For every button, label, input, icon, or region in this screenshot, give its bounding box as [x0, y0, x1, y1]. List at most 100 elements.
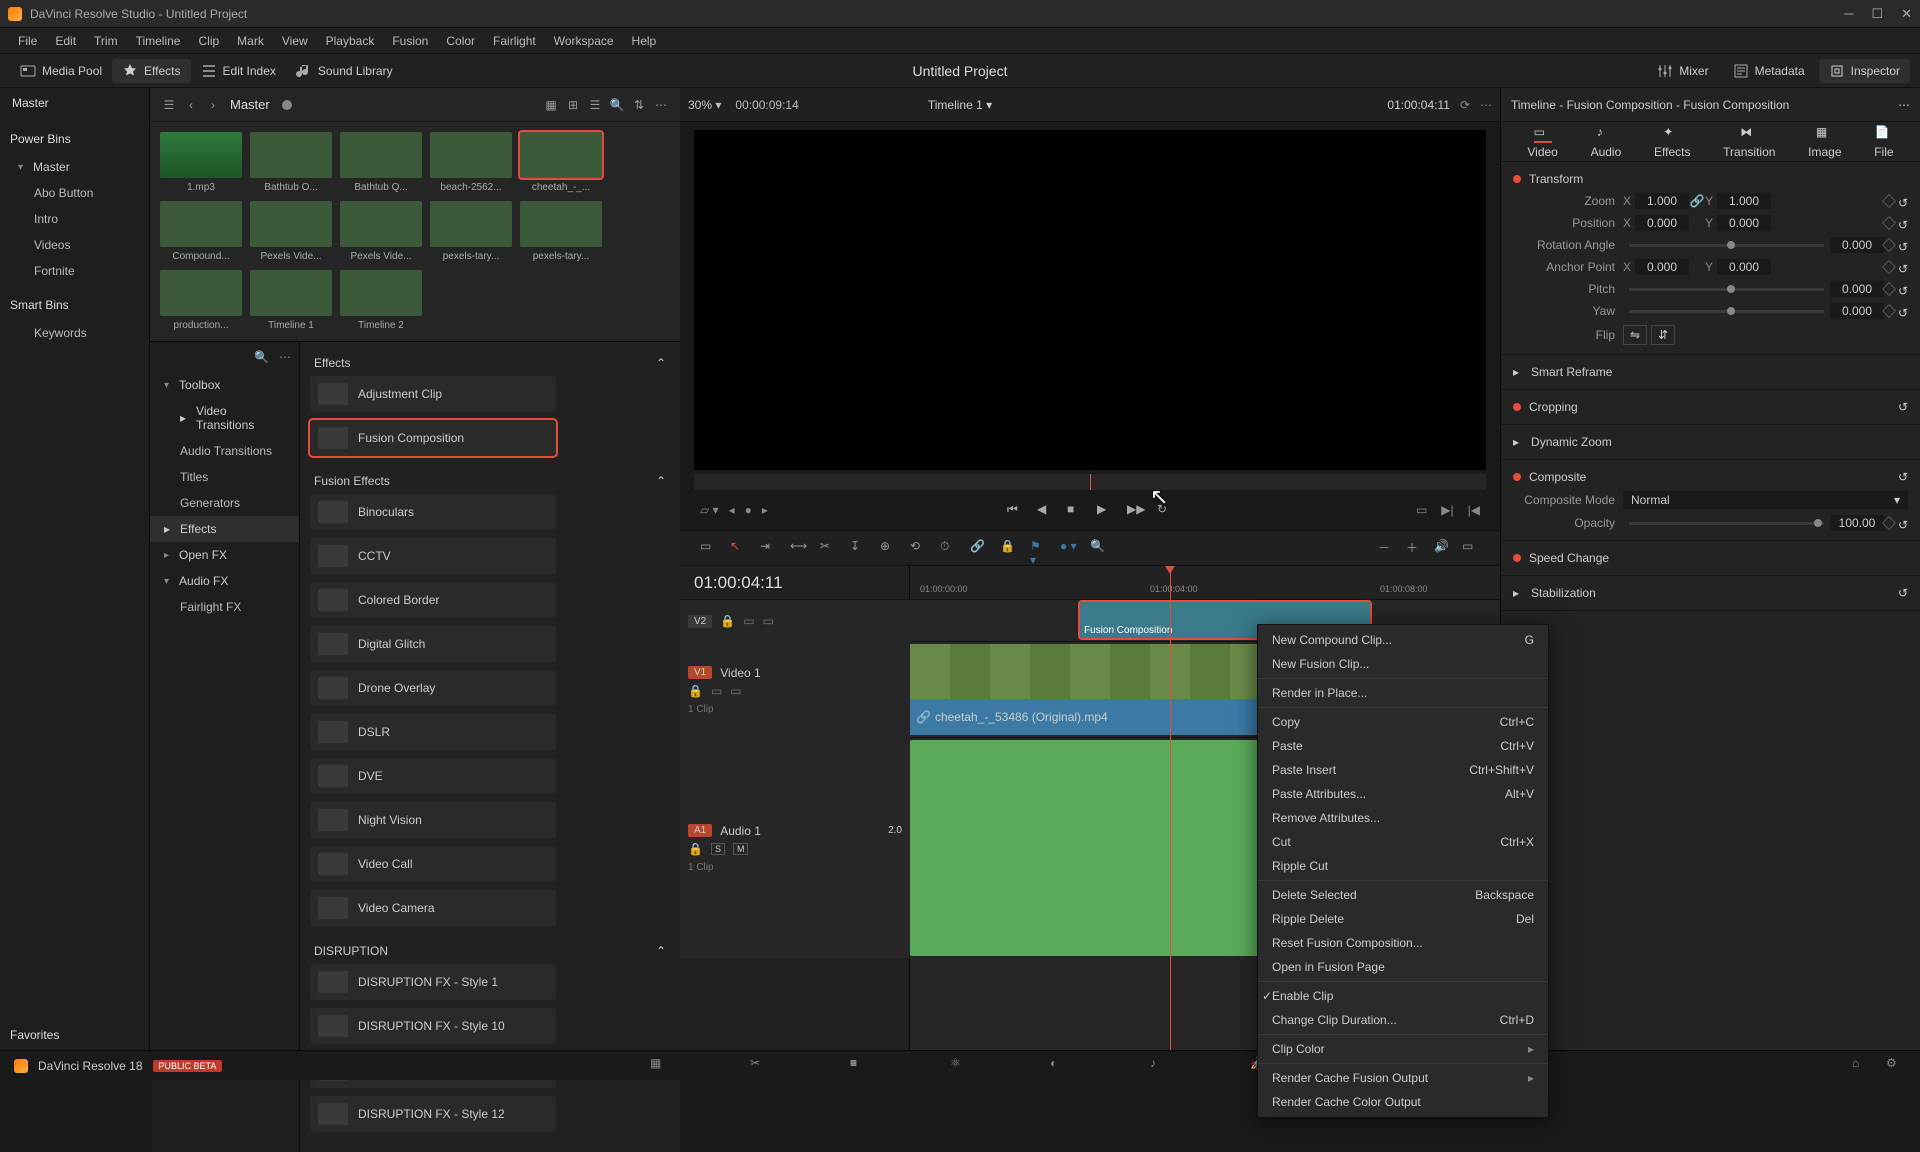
track-enable-icon[interactable]: ▭: [730, 684, 741, 698]
effect-card[interactable]: DISRUPTION FX - Style 1: [310, 964, 556, 1000]
timeline-ruler[interactable]: 01:00:00:00 01:00:04:00 01:00:08:00: [910, 566, 1500, 600]
media-clip[interactable]: Compound...: [160, 201, 242, 262]
tree-video-transitions[interactable]: ▸Video Transitions: [150, 398, 299, 438]
yaw-slider[interactable]: [1629, 310, 1824, 313]
pos-x-input[interactable]: 0.000: [1635, 215, 1689, 231]
flip-v-button[interactable]: ⇵: [1651, 325, 1675, 345]
ctx-item[interactable]: Paste InsertCtrl+Shift+V: [1258, 758, 1548, 782]
ctx-item[interactable]: Reset Fusion Composition...: [1258, 931, 1548, 955]
anchor-x-input[interactable]: 0.000: [1635, 259, 1689, 275]
section-enable-icon[interactable]: [1513, 403, 1521, 411]
cut-page-icon[interactable]: ✂: [750, 1056, 770, 1076]
smart-reframe-section[interactable]: Smart Reframe: [1531, 365, 1612, 379]
ctx-item[interactable]: Render in Place...: [1258, 681, 1548, 705]
menu-clip[interactable]: Clip: [190, 31, 227, 51]
effect-card[interactable]: DISRUPTION FX - Style 12: [310, 1096, 556, 1132]
section-enable-icon[interactable]: [1513, 554, 1521, 562]
reset-icon[interactable]: ↺: [1898, 218, 1908, 228]
effect-card[interactable]: Binoculars: [310, 494, 556, 530]
reset-icon[interactable]: ↺: [1898, 586, 1908, 600]
effect-card[interactable]: CCTV: [310, 538, 556, 574]
prev-edit-icon[interactable]: ◂: [729, 503, 735, 517]
tree-titles[interactable]: Titles: [150, 464, 299, 490]
zoom-x-input[interactable]: 1.000: [1635, 193, 1689, 209]
reset-icon[interactable]: ↺: [1898, 196, 1908, 206]
effect-card[interactable]: Fusion Composition: [310, 420, 556, 456]
transform-label[interactable]: Transform: [1529, 172, 1583, 186]
reset-icon[interactable]: ↺: [1898, 284, 1908, 294]
ctx-item[interactable]: CopyCtrl+C: [1258, 710, 1548, 734]
tab-video[interactable]: ▭Video: [1527, 125, 1557, 159]
tree-toolbox[interactable]: Toolbox: [150, 372, 299, 398]
viewer-scrubber[interactable]: [694, 474, 1486, 490]
color-page-icon[interactable]: ◐: [1050, 1056, 1070, 1076]
viewer-zoom[interactable]: 30% ▾: [688, 98, 721, 112]
track-auto-icon[interactable]: ▭: [743, 614, 754, 628]
audio-clip[interactable]: [910, 740, 1270, 956]
effect-card[interactable]: Drone Overlay: [310, 670, 556, 706]
collapse-icon[interactable]: ⌃: [656, 944, 666, 958]
pitch-input[interactable]: 0.000: [1830, 281, 1884, 297]
power-bin-abo[interactable]: Abo Button: [0, 180, 149, 206]
media-clip[interactable]: 1.mp3: [160, 132, 242, 193]
edit-index-toggle[interactable]: Edit Index: [191, 59, 286, 83]
power-bin-master[interactable]: Master: [0, 154, 149, 180]
search-timeline-icon[interactable]: 🔍: [1090, 539, 1108, 557]
media-clip[interactable]: Bathtub O...: [250, 132, 332, 193]
track-lock-icon[interactable]: 🔒: [688, 842, 703, 856]
effect-card[interactable]: Adjustment Clip: [310, 376, 556, 412]
keyframe-icon[interactable]: [1882, 260, 1896, 274]
edit-page-icon[interactable]: ≡: [850, 1056, 870, 1076]
timeline-options-icon[interactable]: ▭: [1462, 539, 1480, 557]
menu-workspace[interactable]: Workspace: [546, 31, 622, 51]
effect-card[interactable]: DSLR: [310, 714, 556, 750]
track-head-a1[interactable]: A1 Audio 1 2.0 🔒 S M 1 Clip: [680, 738, 910, 958]
link-icon[interactable]: 🔗: [970, 539, 988, 557]
tree-openfx[interactable]: Open FX: [150, 542, 299, 568]
pos-y-input[interactable]: 0.000: [1717, 215, 1771, 231]
media-page-icon[interactable]: ▦: [650, 1056, 670, 1076]
ctx-item[interactable]: New Compound Clip...G: [1258, 628, 1548, 652]
effects-more-icon[interactable]: ⋯: [279, 350, 291, 364]
tree-audiofx[interactable]: Audio FX: [150, 568, 299, 594]
keyframe-icon[interactable]: ●: [745, 503, 752, 517]
play-button[interactable]: ▶: [1097, 502, 1113, 518]
mixer-toggle[interactable]: Mixer: [1647, 59, 1718, 83]
anchor-y-input[interactable]: 0.000: [1717, 259, 1771, 275]
match-frame-icon[interactable]: ▭: [1416, 503, 1427, 517]
menu-help[interactable]: Help: [624, 31, 665, 51]
flip-h-button[interactable]: ⇋: [1623, 325, 1647, 345]
ctx-item[interactable]: Remove Attributes...: [1258, 806, 1548, 830]
transform-overlay-icon[interactable]: ▱ ▾: [700, 503, 719, 517]
media-clip[interactable]: cheetah_-_...: [520, 132, 602, 193]
opacity-slider[interactable]: [1629, 522, 1824, 525]
track-lock-icon[interactable]: 🔒: [688, 684, 703, 698]
section-enable-icon[interactable]: [1513, 175, 1521, 183]
stop-button[interactable]: ■: [1067, 502, 1083, 518]
media-clip[interactable]: Pexels Vide...: [340, 201, 422, 262]
next-frame-button[interactable]: ▶▶: [1127, 502, 1143, 518]
media-clip[interactable]: Timeline 2: [340, 270, 422, 331]
menu-timeline[interactable]: Timeline: [128, 31, 189, 51]
bin-view-icon[interactable]: ☰: [158, 94, 180, 116]
ctx-item[interactable]: Render Cache Fusion Output▸: [1258, 1066, 1548, 1090]
effect-card[interactable]: Night Vision: [310, 802, 556, 838]
overwrite-icon[interactable]: ⊕: [880, 539, 898, 557]
blade-tool-icon[interactable]: ✂: [820, 539, 838, 557]
media-clip[interactable]: pexels-tary...: [430, 201, 512, 262]
media-clip[interactable]: Pexels Vide...: [250, 201, 332, 262]
ctx-item[interactable]: ✓Enable Clip: [1258, 984, 1548, 1008]
keyframe-icon[interactable]: [1882, 216, 1896, 230]
tab-image[interactable]: ▦Image: [1808, 125, 1841, 159]
keyframe-icon[interactable]: [1882, 304, 1896, 318]
trim-tool-icon[interactable]: ⇥: [760, 539, 778, 557]
sort-icon[interactable]: ⇅: [628, 94, 650, 116]
tab-file[interactable]: 📄File: [1874, 125, 1893, 159]
close-button[interactable]: ✕: [1901, 6, 1912, 22]
timeline-view-icon[interactable]: ▭: [700, 539, 718, 557]
zoom-out-icon[interactable]: －: [1378, 539, 1396, 557]
loop-button[interactable]: ↻: [1157, 502, 1173, 518]
selection-tool-icon[interactable]: ↖: [730, 539, 748, 557]
effect-card[interactable]: Digital Glitch: [310, 626, 556, 662]
sound-library-toggle[interactable]: Sound Library: [286, 59, 403, 83]
